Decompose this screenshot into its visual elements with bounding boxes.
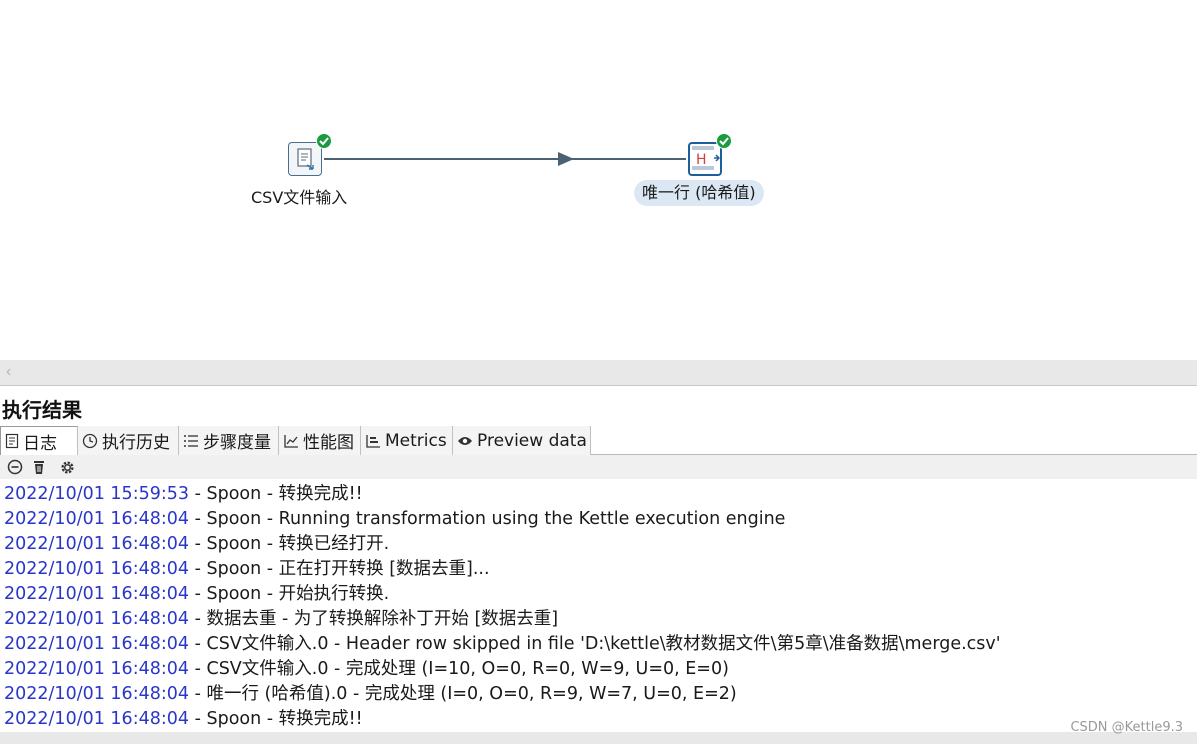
hop-arrow-icon: [558, 152, 574, 166]
log-line: 2022/10/01 16:48:04 - 数据去重 - 为了转换解除补丁开始 …: [4, 609, 559, 629]
log-line: 2022/10/01 16:48:04 - Spoon - 开始执行转换.: [4, 584, 390, 604]
tab-performance-chart-label: 性能图: [303, 433, 354, 453]
canvas-horizontal-scrollbar[interactable]: ‹: [0, 360, 1197, 386]
log-line: 2022/10/01 16:48:04 - CSV文件输入.0 - Header…: [4, 634, 1001, 654]
settings-gear-icon[interactable]: [58, 458, 76, 476]
success-check-icon: [316, 133, 332, 149]
step-metrics-icon: [184, 434, 198, 447]
log-toolbar: [0, 455, 1197, 479]
log-line: 2022/10/01 16:48:04 - Spoon - Running tr…: [4, 509, 786, 529]
log-line: 2022/10/01 16:48:04 - Spoon - 正在打开转换 [数据…: [4, 559, 490, 579]
log-horizontal-scrollbar[interactable]: [0, 732, 1197, 744]
performance-chart-icon: [284, 434, 298, 448]
csv-input-step-label[interactable]: CSV文件输入: [251, 184, 347, 208]
tab-step-metrics-label: 步骤度量: [203, 433, 271, 453]
preview-eye-icon: [458, 436, 472, 445]
tab-execution-history[interactable]: 执行历史: [78, 426, 179, 455]
tab-performance-chart[interactable]: 性能图: [279, 426, 361, 455]
log-line: 2022/10/01 16:48:04 - 唯一行 (哈希值).0 - 完成处理…: [4, 684, 737, 704]
log-line: 2022/10/01 15:59:53 - Spoon - 转换完成!!: [4, 484, 363, 504]
log-line: 2022/10/01 16:48:04 - Spoon - 转换完成!!: [4, 709, 363, 729]
log-line: 2022/10/01 16:48:04 - Spoon - 转换已经打开.: [4, 534, 390, 554]
success-check-icon: [716, 133, 732, 149]
results-tabbar: 日志 执行历史 步骤度量 性能图 Metrics Preview data: [0, 426, 1197, 455]
tab-log-label: 日志: [23, 433, 57, 454]
log-output[interactable]: 2022/10/01 15:59:53 - Spoon - 转换完成!! 202…: [0, 479, 1197, 732]
tab-preview-data[interactable]: Preview data: [453, 426, 591, 455]
watermark: CSDN @Kettle9.3: [1070, 720, 1183, 735]
execution-results-title: 执行结果: [2, 398, 82, 422]
clear-log-icon[interactable]: [30, 458, 48, 476]
tab-log[interactable]: 日志: [0, 426, 78, 455]
unique-rows-hash-step-label[interactable]: 唯一行 (哈希值): [634, 180, 764, 206]
hop-line[interactable]: [324, 158, 686, 160]
transformation-canvas[interactable]: CSV文件输入 H 唯一行 (哈希值): [0, 0, 1197, 360]
scroll-left-icon[interactable]: ‹: [6, 364, 22, 380]
stop-icon[interactable]: [6, 458, 24, 476]
log-line: 2022/10/01 16:48:04 - CSV文件输入.0 - 完成处理 (…: [4, 659, 729, 679]
svg-text:H: H: [696, 152, 707, 168]
tab-execution-history-label: 执行历史: [102, 433, 170, 453]
history-icon: [82, 433, 98, 448]
log-icon: [5, 433, 19, 449]
tab-step-metrics[interactable]: 步骤度量: [179, 426, 279, 455]
metrics-icon: [366, 434, 380, 448]
tab-preview-data-label: Preview data: [477, 430, 587, 451]
tab-metrics-label: Metrics: [385, 430, 447, 451]
tab-metrics[interactable]: Metrics: [361, 426, 453, 455]
